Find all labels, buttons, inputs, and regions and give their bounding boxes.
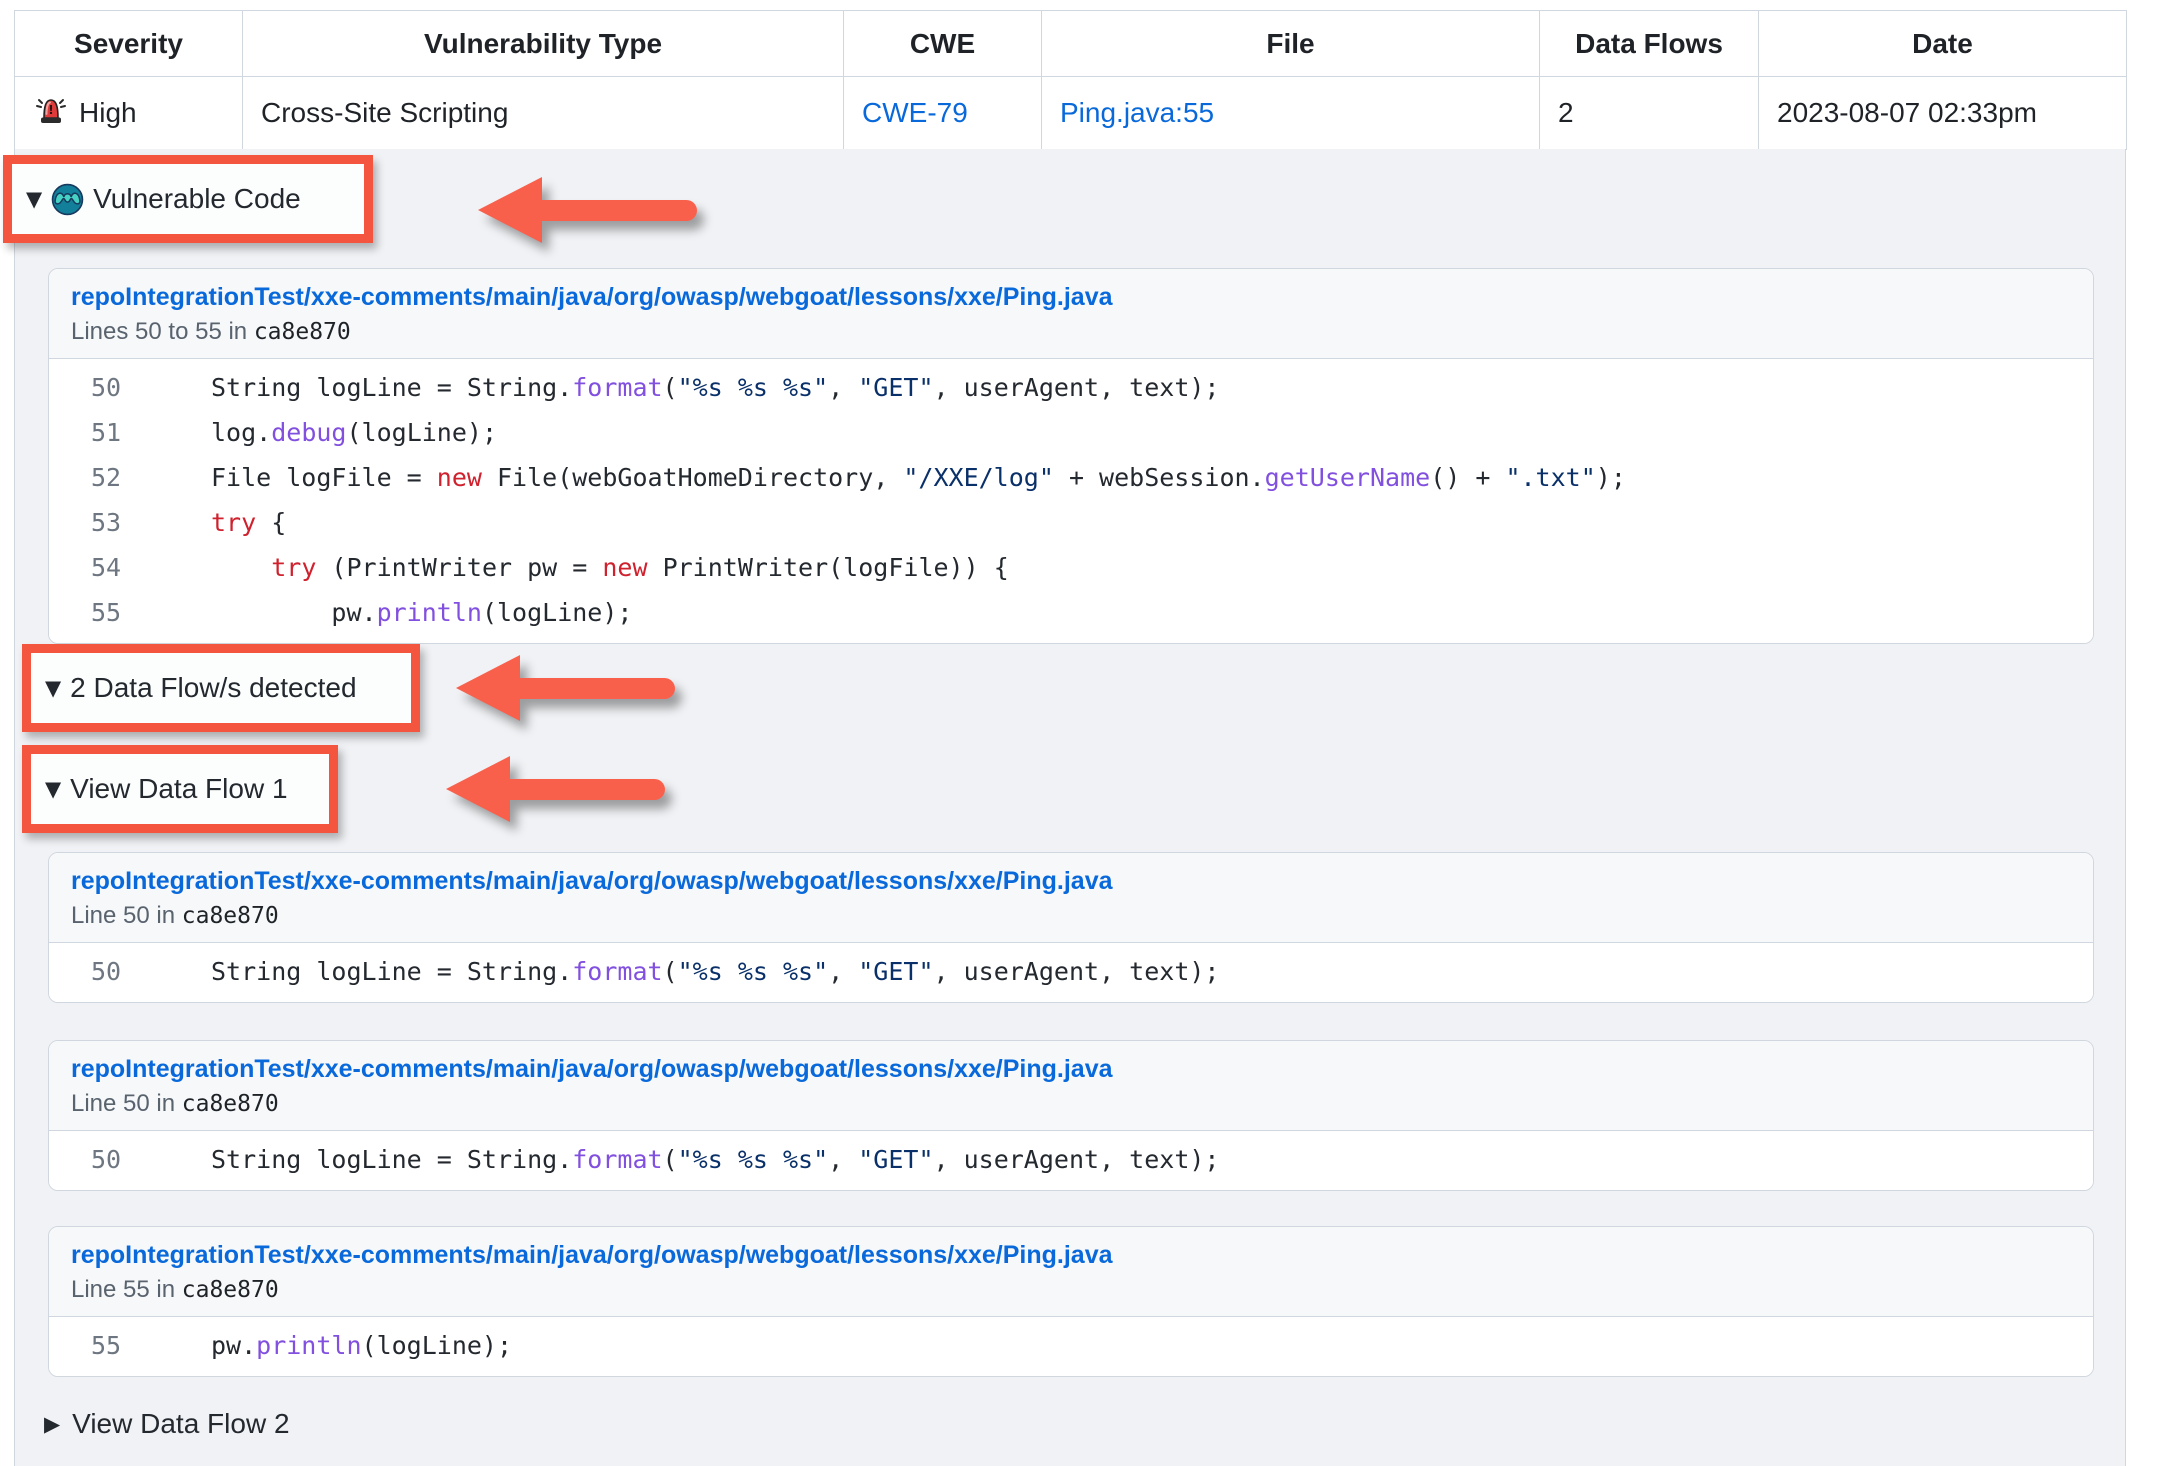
cwe-link[interactable]: CWE-79 (862, 97, 968, 128)
line-number: 55 (49, 590, 125, 635)
code-line: 52File logFile = new File(webGoatHomeDir… (49, 455, 2093, 500)
data-flow-snippet-1: repoIntegrationTest/xxe-comments/main/ja… (48, 852, 2094, 1003)
annotation-arrow-view-data-flow-1 (438, 749, 673, 834)
annotation-arrow-vulnerable-code (470, 170, 705, 255)
annotation-box-data-flows-detected: ▼ 2 Data Flow/s detected (22, 644, 420, 732)
snippet-line-range: Lines 50 to 55 in ca8e870 (71, 318, 2071, 346)
snippet-header: repoIntegrationTest/xxe-comments/main/ja… (49, 853, 2093, 943)
line-number: 51 (49, 410, 125, 455)
snippet-file-link[interactable]: repoIntegrationTest/xxe-comments/main/ja… (71, 283, 1113, 312)
cwe-cell: CWE-79 (844, 77, 1042, 150)
snippet-line-range: Line 55 in ca8e870 (71, 1276, 2071, 1304)
mobb-logo-icon (51, 183, 84, 216)
code-line: 50String logLine = String.format("%s %s … (49, 365, 2093, 410)
column-header-date: Date (1759, 11, 2127, 77)
snippet-file-link[interactable]: repoIntegrationTest/xxe-comments/main/ja… (71, 1055, 1113, 1084)
line-number: 52 (49, 455, 125, 500)
line-number: 55 (49, 1323, 125, 1368)
code-line: 53try { (49, 500, 2093, 545)
column-header-vulnerability-type: Vulnerability Type (243, 11, 844, 77)
data-flows-detected-label: 2 Data Flow/s detected (70, 672, 356, 704)
code-text: String logLine = String.format("%s %s %s… (125, 1145, 1219, 1174)
code-line: 50String logLine = String.format("%s %s … (49, 949, 2093, 994)
snippet-header: repoIntegrationTest/xxe-comments/main/ja… (49, 1041, 2093, 1131)
table-header-row: Severity Vulnerability Type CWE File Dat… (15, 11, 2127, 77)
column-header-severity: Severity (15, 11, 243, 77)
triangle-right-icon: ▶ (44, 1412, 60, 1436)
siren-icon: ! (33, 92, 69, 135)
vulnerability-report-page: Severity Vulnerability Type CWE File Dat… (0, 0, 2170, 1466)
code-body: 50String logLine = String.format("%s %s … (49, 359, 2093, 643)
line-number: 53 (49, 500, 125, 545)
snippet-file-link[interactable]: repoIntegrationTest/xxe-comments/main/ja… (71, 867, 1113, 896)
line-number: 50 (49, 949, 125, 994)
line-number: 54 (49, 545, 125, 590)
vulnerable-code-summary[interactable]: ▼ Vulnerable Code (12, 183, 301, 216)
data-flows-cell: 2 (1540, 77, 1759, 150)
file-link[interactable]: Ping.java:55 (1060, 97, 1214, 128)
data-flow-snippet-3: repoIntegrationTest/xxe-comments/main/ja… (48, 1226, 2094, 1377)
code-body: 50String logLine = String.format("%s %s … (49, 1131, 2093, 1190)
svg-text:!: ! (48, 103, 53, 117)
vulnerable-code-snippet: repoIntegrationTest/xxe-comments/main/ja… (48, 268, 2094, 644)
column-header-data-flows: Data Flows (1540, 11, 1759, 77)
code-text: pw.println(logLine); (125, 1331, 512, 1360)
code-line: 54 try (PrintWriter pw = new PrintWriter… (49, 545, 2093, 590)
code-body: 55pw.println(logLine); (49, 1317, 2093, 1376)
view-data-flow-2-summary[interactable]: ▶ View Data Flow 2 (44, 1408, 290, 1440)
view-data-flow-2-label: View Data Flow 2 (72, 1408, 289, 1440)
code-line: 55 pw.println(logLine); (49, 590, 2093, 635)
code-text: try { (125, 508, 286, 537)
annotation-box-vulnerable-code: ▼ Vulnerable Code (3, 155, 373, 243)
table-row: ! High Cross-Site Scripting CWE-79 Ping.… (15, 77, 2127, 150)
view-data-flow-1-summary[interactable]: ▼ View Data Flow 1 (31, 773, 288, 805)
snippet-header: repoIntegrationTest/xxe-comments/main/ja… (49, 1227, 2093, 1317)
triangle-down-icon: ▼ (45, 777, 61, 801)
vulnerable-code-label: Vulnerable Code (93, 183, 301, 215)
snippet-line-range: Line 50 in ca8e870 (71, 1090, 2071, 1118)
code-text: String logLine = String.format("%s %s %s… (125, 373, 1219, 402)
annotation-box-view-data-flow-1: ▼ View Data Flow 1 (22, 745, 338, 833)
triangle-down-icon: ▼ (45, 676, 61, 700)
severity-label: High (79, 97, 137, 129)
code-line: 50String logLine = String.format("%s %s … (49, 1137, 2093, 1182)
vulnerability-type-cell: Cross-Site Scripting (243, 77, 844, 150)
annotation-arrow-data-flows (448, 648, 683, 733)
data-flows-detected-summary[interactable]: ▼ 2 Data Flow/s detected (31, 672, 357, 704)
severity-cell: ! High (15, 77, 243, 150)
date-cell: 2023-08-07 02:33pm (1759, 77, 2127, 150)
code-line: 55pw.println(logLine); (49, 1323, 2093, 1368)
code-text: String logLine = String.format("%s %s %s… (125, 957, 1219, 986)
view-data-flow-1-label: View Data Flow 1 (70, 773, 287, 805)
code-text: log.debug(logLine); (125, 418, 497, 447)
code-text: pw.println(logLine); (125, 598, 632, 627)
column-header-cwe: CWE (844, 11, 1042, 77)
column-header-file: File (1042, 11, 1540, 77)
snippet-header: repoIntegrationTest/xxe-comments/main/ja… (49, 269, 2093, 359)
snippet-file-link[interactable]: repoIntegrationTest/xxe-comments/main/ja… (71, 1241, 1113, 1270)
code-text: File logFile = new File(webGoatHomeDirec… (125, 463, 1626, 492)
code-text: try (PrintWriter pw = new PrintWriter(lo… (125, 553, 1009, 582)
file-cell: Ping.java:55 (1042, 77, 1540, 150)
line-number: 50 (49, 1137, 125, 1182)
snippet-line-range: Line 50 in ca8e870 (71, 902, 2071, 930)
line-number: 50 (49, 365, 125, 410)
vulnerability-summary-table: Severity Vulnerability Type CWE File Dat… (14, 10, 2127, 150)
data-flow-snippet-2: repoIntegrationTest/xxe-comments/main/ja… (48, 1040, 2094, 1191)
triangle-down-icon: ▼ (26, 187, 42, 211)
code-body: 50String logLine = String.format("%s %s … (49, 943, 2093, 1002)
code-line: 51log.debug(logLine); (49, 410, 2093, 455)
